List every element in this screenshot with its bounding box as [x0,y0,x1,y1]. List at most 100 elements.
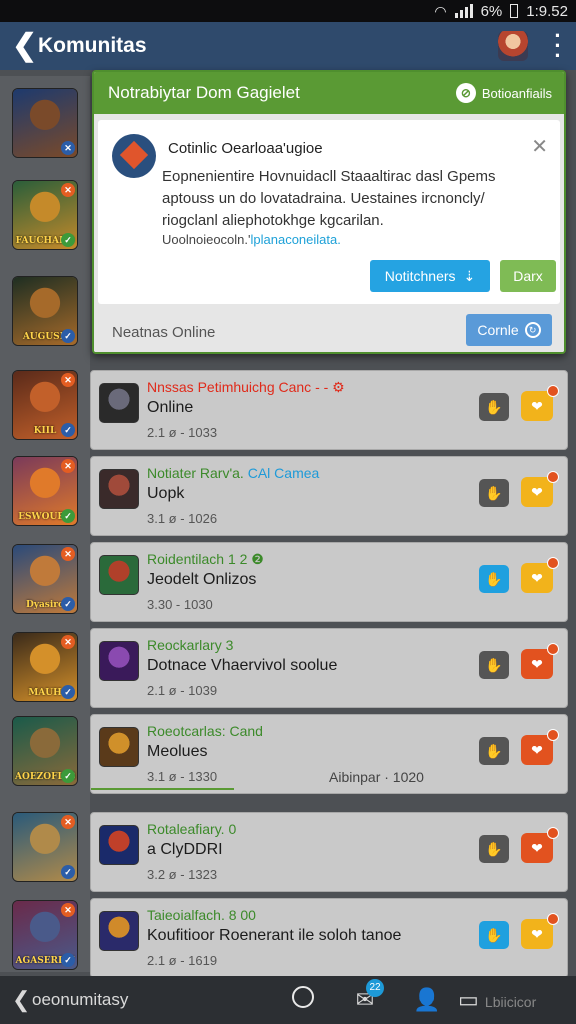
item-action-icon[interactable]: ✋ [479,737,509,765]
rail-bottom-badge: ✓ [61,423,75,437]
rail-community-6[interactable]: MAUH ✕ ✓ [12,632,78,702]
download-icon: ⇣ [463,267,476,284]
rail-community-4[interactable]: ESWOUBE ✕ ✓ [12,456,78,526]
item-meta: 2.1 ø - 1039 [147,683,218,698]
heart-icon[interactable]: ❤ [521,729,559,765]
folder-icon[interactable]: ▭ Lbiicicor [458,987,536,1013]
heart-glyph: ❤ [531,742,543,758]
rail-bottom-badge: ✓ [61,509,75,523]
community-rail: ✕ FAUCHARD ✕ ✓ AUGUSR ✓ KIIL ✕ ✓ ESWOUBE ✕ ✓ Dyasiro… [0,76,90,972]
rail-top-badge: ✕ [61,903,75,917]
notifications-button[interactable]: Notitchners ⇣ [370,260,490,292]
rail-community-1[interactable]: FAUCHARD ✕ ✓ [12,180,78,250]
app-bar: ❮ Komunitas · · · [0,22,576,70]
rail-community-5[interactable]: Dyasiro ✕ ✓ [12,544,78,614]
rail-community-3[interactable]: KIIL ✕ ✓ [12,370,78,440]
rail-community-7[interactable]: AOEZOFLIB ✓ [12,716,78,786]
rail-top-badge: ✕ [61,635,75,649]
rail-community-2[interactable]: AUGUSR ✓ [12,276,78,346]
item-extra: Aibinpar · 1020 [329,769,424,785]
page-title: Komunitas [38,34,147,57]
link-icon: ⊘ [455,83,476,103]
notice-link-prefix: Uoolnoieocoln.' [162,232,251,247]
confirm-button[interactable]: Cornle ↻ [466,314,552,346]
item-title-text: Notiater Rarv'a. [147,465,248,481]
wifi-icon: ◠ [434,2,447,19]
item-subtitle: Jeodelt Onlizos [147,571,257,588]
item-title-text: Nnssas Petimhuichg Canc - - ⚙ [147,379,345,395]
item-thumbnail [99,469,139,509]
notification-dot [547,471,559,483]
item-subtitle: Meolues [147,743,208,760]
notification-dot [547,385,559,397]
item-action-icon[interactable]: ✋ [479,393,509,421]
nav-community-label[interactable]: oeonumitasy [32,990,272,1010]
item-action-icon[interactable]: ✋ [479,835,509,863]
dialog-body: Cotinlic Oearloaa'ugioe ✕ Eopnenientire … [94,114,564,352]
dialog-link[interactable]: ⊘ Botioanfiails [455,83,552,103]
list-item[interactable]: Rotaleafiary. 0 a ClyDDRI 3.2 ø - 1323 ✋ ❤ [90,812,568,892]
item-subtitle: Uopk [147,485,185,502]
rail-community-0[interactable]: ✕ [12,88,78,158]
rail-community-8[interactable]: ✕ ✓ [12,812,78,882]
item-meta: 2.1 ø - 1619 [147,953,218,968]
rail-bottom-badge: ✓ [61,865,75,879]
nav-back-icon[interactable]: ❮ [12,987,32,1013]
notification-dot [547,557,559,569]
battery-icon [510,4,519,18]
list-item[interactable]: Taieoialfach. 8 00 Koufitioor Roenerant i… [90,898,568,978]
confirm-button-label: Cornle [477,322,519,338]
item-thumbnail [99,555,139,595]
heart-glyph: ❤ [531,484,543,500]
item-title-text: Taieoialfach. 8 00 [147,907,256,923]
rail-bottom-badge: ✓ [61,329,75,343]
notification-dot [547,729,559,741]
list-item[interactable]: Nnssas Petimhuichg Canc - - ⚙ Online 2.1 ø… [90,370,568,450]
item-action-icon[interactable]: ✋ [479,565,509,593]
list-item[interactable]: Roeotcarlas: Cand Meolues 3.1 ø - 1330 Aibi… [90,714,568,794]
item-title: Rotaleafiary. 0 [147,821,236,837]
item-action-icon[interactable]: ✋ [479,921,509,949]
more-icon[interactable]: · · · [552,25,564,67]
rail-top-badge: ✕ [61,815,75,829]
back-icon[interactable]: ❮ [12,31,38,61]
close-icon[interactable]: ✕ [531,134,548,159]
item-action-icon[interactable]: ✋ [479,651,509,679]
list-item[interactable]: Reockarlary 3 Dotnace Vhaervivol soolue 2.… [90,628,568,708]
item-title-text: Rotaleafiary. 0 [147,821,237,837]
item-meta: 2.1 ø - 1033 [147,425,218,440]
heart-icon[interactable]: ❤ [521,385,559,421]
heart-icon[interactable]: ❤ [521,643,559,679]
notice-text: Eopnenientire Hovnuidacll Staaaltirac da… [162,168,496,229]
rail-top-badge: ✕ [61,547,75,561]
bottom-nav: ❮ oeonumitasy ✉ 22 👤 ▭ Lbiicicor [0,976,576,1024]
item-title-text: Roeotcarlas: Cand [147,723,263,739]
home-icon[interactable] [272,986,334,1014]
profile-icon[interactable]: 👤 [396,987,458,1013]
notification-dialog: Notrabiytar Dom Gagielet ⊘ Botioanfiails… [92,70,566,354]
heart-glyph: ❤ [531,840,543,856]
rail-community-9[interactable]: AGASERILY ✕ ✓ [12,900,78,970]
notice-link[interactable]: lplanaconeilata. [251,232,341,247]
nav-last-label: Lbiicicor [484,994,537,1010]
heart-icon[interactable]: ❤ [521,557,559,593]
chat-icon[interactable]: ✉ 22 [334,979,396,1013]
item-title: Roidentilach 1 2 ❷ [147,551,264,568]
item-action-icon[interactable]: ✋ [479,479,509,507]
notification-dot [547,827,559,839]
heart-icon[interactable]: ❤ [521,913,559,949]
online-status-label: Neatnas Online [112,324,216,341]
rail-bottom-badge: ✓ [61,233,75,247]
heart-icon[interactable]: ❤ [521,471,559,507]
list-item[interactable]: Notiater Rarv'a. CAl Camea Uopk 3.1 ø - 10… [90,456,568,536]
dark-button[interactable]: Darx [500,260,556,292]
notice-title: Cotinlic Oearloaa'ugioe [168,140,323,157]
rail-bottom-badge: ✓ [61,685,75,699]
heart-glyph: ❤ [531,398,543,414]
avatar[interactable] [498,31,528,61]
list-item[interactable]: Roidentilach 1 2 ❷ Jeodelt Onlizos 3.30 - … [90,542,568,622]
heart-icon[interactable]: ❤ [521,827,559,863]
item-title: Nnssas Petimhuichg Canc - - ⚙ [147,379,345,396]
rail-top-badge: ✕ [61,459,75,473]
item-subtitle: Koufitioor Roenerant ile soloh tanoe [147,927,402,944]
